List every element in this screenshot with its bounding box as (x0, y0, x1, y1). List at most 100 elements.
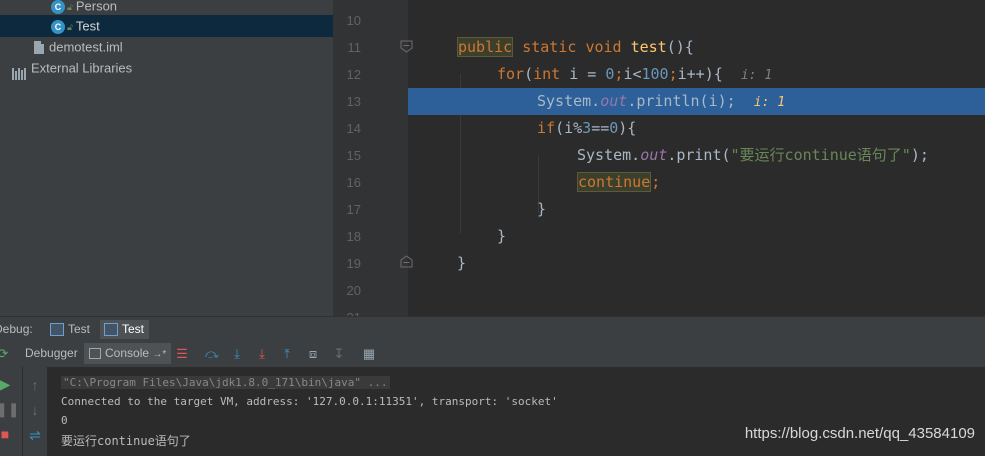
editor-gutter: 10 11 12 13 14 15 16 17 18 19 20 21 (333, 0, 413, 316)
code-line-14: if(i%3==0){ (408, 115, 985, 142)
code-line-13: System.out.println(i); i: 1 (408, 88, 985, 115)
code-token: ; (668, 65, 678, 83)
code-token: ; (651, 173, 661, 191)
code-token: i = (560, 65, 606, 83)
force-step-into-icon[interactable]: ⤓ (253, 345, 271, 363)
show-execution-point-icon[interactable]: ☰ (173, 345, 191, 363)
code-token: 100 (641, 65, 669, 83)
code-token: ){ (618, 119, 637, 137)
code-token: System. (577, 146, 641, 164)
code-line-15: System.out.print("要运行continue语句了"); (408, 142, 985, 169)
code-token: System. (537, 92, 601, 110)
watermark: https://blog.csdn.net/qq_43584109 (744, 425, 975, 442)
class-icon: C (51, 19, 65, 34)
debug-title-bar: Debug: Test Test (0, 316, 985, 342)
code-line-11: public static void test(){ (408, 34, 985, 61)
code-line-16: continue; (408, 169, 985, 196)
code-token: test (630, 38, 667, 56)
debug-tab-label: Test (68, 322, 91, 336)
console-command: "C:\Program Files\Java\jdk1.8.0_171\bin\… (61, 376, 390, 389)
code-token: public (457, 37, 514, 57)
debug-tab-test-active[interactable]: Test (100, 320, 150, 339)
tab-label: Console (105, 346, 150, 360)
tab-pin-indicator: →* (152, 349, 167, 360)
pause-icon[interactable]: ❚❚ (0, 401, 19, 418)
inline-debug-value: i: 1 (753, 95, 786, 110)
code-token: i< (623, 65, 642, 83)
rerun-icon[interactable]: ⟳ (0, 345, 12, 363)
up-arrow-icon[interactable]: ↑ (26, 377, 44, 393)
code-token: .println(i); (627, 92, 736, 110)
debug-title: Debug: (0, 322, 33, 336)
code-token: == (591, 119, 610, 137)
line-number: 18 (346, 229, 361, 244)
code-token: "要运行continue语句了" (730, 146, 911, 164)
tree-item-label: Person (75, 0, 118, 14)
code-line-18: } (497, 227, 507, 245)
soft-wrap-icon[interactable]: ⇌ (26, 427, 44, 444)
step-over-icon[interactable]: ⤼ (203, 345, 221, 363)
line-number: 15 (346, 148, 361, 163)
code-token: .print( (667, 146, 731, 164)
code-token: ( (524, 65, 534, 83)
line-number: 12 (346, 67, 361, 82)
console-icon (89, 348, 101, 360)
tree-item-label: External Libraries (31, 60, 133, 76)
code-token: 3 (582, 119, 592, 137)
stop-icon[interactable]: ■ (0, 426, 14, 442)
evaluate-expression-icon[interactable]: ▦ (360, 345, 378, 363)
run-to-cursor-icon[interactable]: ↧ (330, 345, 348, 363)
tab-console[interactable]: Console →* (84, 343, 172, 364)
debug-tab-label: Test (122, 322, 145, 336)
code-token: void (585, 38, 622, 56)
inline-debug-value: i: 1 (740, 68, 773, 83)
code-token: out (600, 92, 628, 110)
tree-item-external-libraries[interactable]: External Libraries (0, 57, 333, 80)
code-token: 0 (609, 119, 619, 137)
code-token: out (640, 146, 668, 164)
code-editor[interactable]: 10 11 12 13 14 15 16 17 18 19 20 21 publ… (333, 0, 985, 316)
tab-label: Debugger (25, 346, 78, 360)
line-number: 16 (346, 175, 361, 190)
code-line-17: } (537, 200, 547, 218)
console-line: Connected to the target VM, address: '12… (61, 395, 558, 408)
down-arrow-icon[interactable]: ↓ (26, 402, 44, 418)
code-line-12: for(int i = 0;i<100;i++){ i: 1 (408, 61, 985, 88)
line-number: 21 (333, 304, 361, 316)
tree-item-test[interactable]: C 🔓︎ Test (0, 15, 333, 37)
line-number: 20 (346, 283, 361, 298)
code-token: ); (910, 146, 929, 164)
line-number: 14 (346, 121, 361, 136)
console-output[interactable]: "C:\Program Files\Java\jdk1.8.0_171\bin\… (47, 367, 985, 456)
step-into-icon[interactable]: ⤓ (228, 345, 246, 363)
console-line: 0 (61, 414, 68, 427)
class-icon: C (51, 0, 65, 14)
lock-icon: 🔓︎ (67, 21, 73, 32)
code-token: (){ (666, 38, 694, 56)
line-number: 13 (346, 94, 361, 109)
debug-session-icon (104, 323, 118, 337)
code-token: for (497, 65, 525, 83)
drop-frame-icon[interactable]: ⧈ (304, 345, 322, 363)
console-command-line: "C:\Program Files\Java\jdk1.8.0_171\bin\… (61, 376, 390, 389)
debug-session-icon (50, 323, 64, 337)
code-token: i++){ (677, 65, 723, 83)
code-line-19: } (457, 254, 467, 272)
library-icon (12, 58, 27, 80)
project-tree: C 🔓︎ Person C 🔓︎ Test demotest.iml External … (0, 0, 333, 316)
debug-tab-test[interactable]: Test (46, 320, 95, 339)
line-number: 11 (347, 40, 362, 55)
line-number: 10 (346, 13, 361, 28)
tree-item-label: demotest.iml (49, 39, 123, 55)
debug-toolbar: ⟳ Debugger Console →* ☰ ⤼ ⤓ ⤓ ⤒ ⧈ ↧ ▦ (0, 341, 985, 368)
line-number: 19 (346, 256, 361, 271)
tree-item-iml[interactable]: demotest.iml (0, 36, 333, 58)
resume-icon[interactable]: ▶ (0, 376, 14, 393)
line-number: 17 (346, 202, 361, 217)
step-out-icon[interactable]: ⤒ (278, 345, 296, 363)
code-token: (i% (555, 119, 583, 137)
tab-debugger[interactable]: Debugger (20, 343, 83, 364)
code-token: int (533, 65, 561, 83)
tree-item-label: Test (75, 18, 100, 34)
code-token: continue (577, 172, 652, 192)
